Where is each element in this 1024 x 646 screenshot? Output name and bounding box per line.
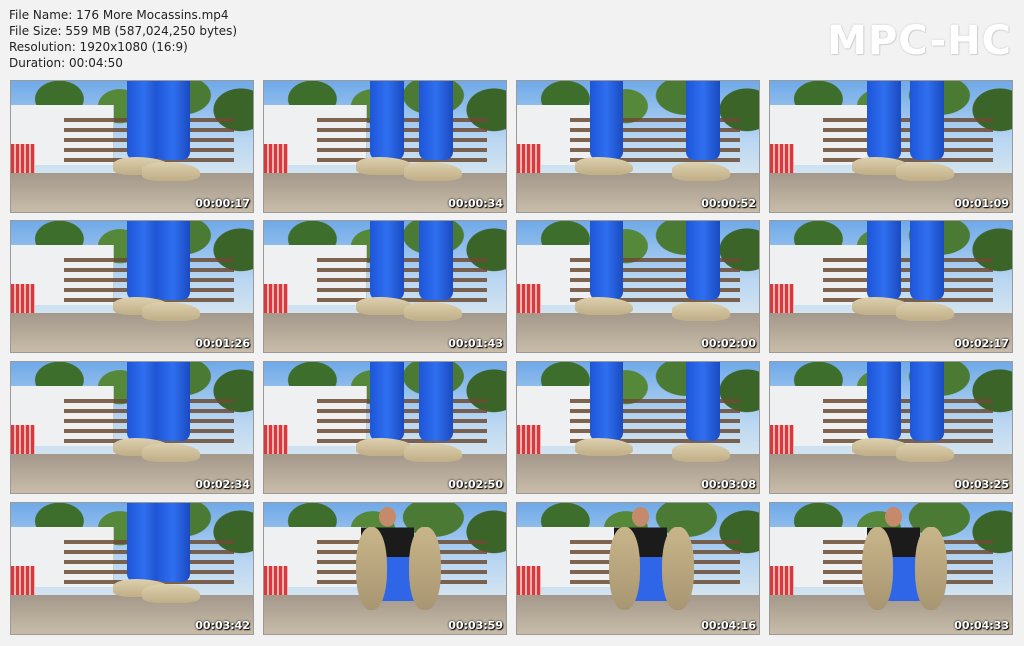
video-thumbnail: 00:02:17: [769, 220, 1013, 353]
video-thumbnail: 00:01:09: [769, 80, 1013, 213]
moccasin-shoe: [404, 162, 463, 181]
leg-figure: [156, 221, 191, 300]
thumbnail-crate: [770, 565, 795, 595]
moccasin-shoe: [404, 302, 463, 321]
video-thumbnail: 00:03:25: [769, 361, 1013, 494]
thumbnail-table: [823, 398, 993, 444]
leg-figure: [370, 221, 405, 300]
thumbnail-crate: [770, 424, 795, 454]
thumbnail-timestamp: 00:04:16: [701, 619, 756, 632]
thumbnail-timestamp: 00:02:50: [448, 478, 503, 491]
leg-figure: [156, 81, 191, 160]
leg-figure: [156, 362, 191, 441]
thumbnail-timestamp: 00:02:17: [954, 337, 1009, 350]
thumbnail-crate: [770, 283, 795, 313]
video-thumbnail: 00:01:43: [263, 220, 507, 353]
leg-figure: [156, 503, 191, 582]
moccasin-shoe: [895, 443, 954, 462]
video-thumbnail: 00:03:59: [263, 502, 507, 635]
thumbnail-timestamp: 00:00:52: [701, 197, 756, 210]
thumbnail-timestamp: 00:04:33: [954, 619, 1009, 632]
thumbnail-timestamp: 00:00:34: [448, 197, 503, 210]
thumbnail-grid: 00:00:17 00:00:34 00:00:52 00:01:09 00:01:26…: [0, 0, 1024, 646]
shoe-sole: [915, 526, 947, 611]
thumbnail-timestamp: 00:03:25: [954, 478, 1009, 491]
leg-figure: [589, 81, 624, 160]
moccasin-shoe: [141, 584, 200, 603]
moccasin-shoe: [671, 443, 730, 462]
thumbnail-timestamp: 00:03:08: [701, 478, 756, 491]
moccasin-shoe: [141, 302, 200, 321]
leg-figure: [370, 81, 405, 160]
thumbnail-crate: [11, 424, 36, 454]
video-thumbnail: 00:02:50: [263, 361, 507, 494]
leg-figure: [418, 362, 453, 441]
thumbnail-table: [823, 257, 993, 303]
leg-figure: [418, 81, 453, 160]
thumbnail-crate: [517, 565, 542, 595]
thumbnail-timestamp: 00:02:00: [701, 337, 756, 350]
shoe-sole: [409, 526, 441, 611]
thumbnail-timestamp: 00:01:26: [195, 337, 250, 350]
video-thumbnail: 00:03:08: [516, 361, 760, 494]
thumbnail-timestamp: 00:02:34: [195, 478, 250, 491]
thumbnail-timestamp: 00:01:09: [954, 197, 1009, 210]
thumbnail-timestamp: 00:03:59: [448, 619, 503, 632]
thumbnail-crate: [517, 283, 542, 313]
moccasin-shoe: [671, 162, 730, 181]
video-thumbnail: 00:00:17: [10, 80, 254, 213]
video-thumbnail: 00:03:42: [10, 502, 254, 635]
thumbnail-timestamp: 00:03:42: [195, 619, 250, 632]
video-thumbnail: 00:02:00: [516, 220, 760, 353]
shoe-sole: [355, 526, 388, 611]
leg-figure: [589, 362, 624, 441]
video-thumbnail: 00:00:34: [263, 80, 507, 213]
leg-figure: [910, 221, 945, 300]
video-thumbnail: 00:04:16: [516, 502, 760, 635]
thumbnail-crate: [11, 283, 36, 313]
leg-figure: [686, 81, 721, 160]
thumbnail-crate: [11, 143, 36, 173]
moccasin-shoe: [141, 162, 200, 181]
thumbnail-table: [823, 117, 993, 163]
thumbnail-crate: [517, 143, 542, 173]
leg-figure: [910, 362, 945, 441]
thumbnail-crate: [264, 143, 289, 173]
video-thumbnail: 00:01:26: [10, 220, 254, 353]
leg-figure: [866, 81, 901, 160]
shoe-sole: [861, 526, 894, 611]
thumbnail-crate: [517, 424, 542, 454]
shoe-sole: [662, 526, 694, 611]
video-thumbnail: 00:00:52: [516, 80, 760, 213]
moccasin-shoe: [895, 162, 954, 181]
moccasin-shoe: [895, 302, 954, 321]
moccasin-shoe: [404, 443, 463, 462]
leg-figure: [910, 81, 945, 160]
leg-figure: [418, 221, 453, 300]
leg-figure: [589, 221, 624, 300]
moccasin-shoe: [141, 443, 200, 462]
shoe-sole: [608, 526, 641, 611]
leg-figure: [866, 221, 901, 300]
thumbnail-crate: [264, 565, 289, 595]
thumbnail-crate: [11, 565, 36, 595]
leg-figure: [370, 362, 405, 441]
leg-figure: [686, 362, 721, 441]
video-thumbnail: 00:02:34: [10, 361, 254, 494]
thumbnail-crate: [264, 283, 289, 313]
thumbnail-crate: [770, 143, 795, 173]
video-thumbnail: 00:04:33: [769, 502, 1013, 635]
thumbnail-timestamp: 00:00:17: [195, 197, 250, 210]
thumbnail-timestamp: 00:01:43: [448, 337, 503, 350]
leg-figure: [686, 221, 721, 300]
leg-figure: [866, 362, 901, 441]
moccasin-shoe: [671, 302, 730, 321]
thumbnail-crate: [264, 424, 289, 454]
